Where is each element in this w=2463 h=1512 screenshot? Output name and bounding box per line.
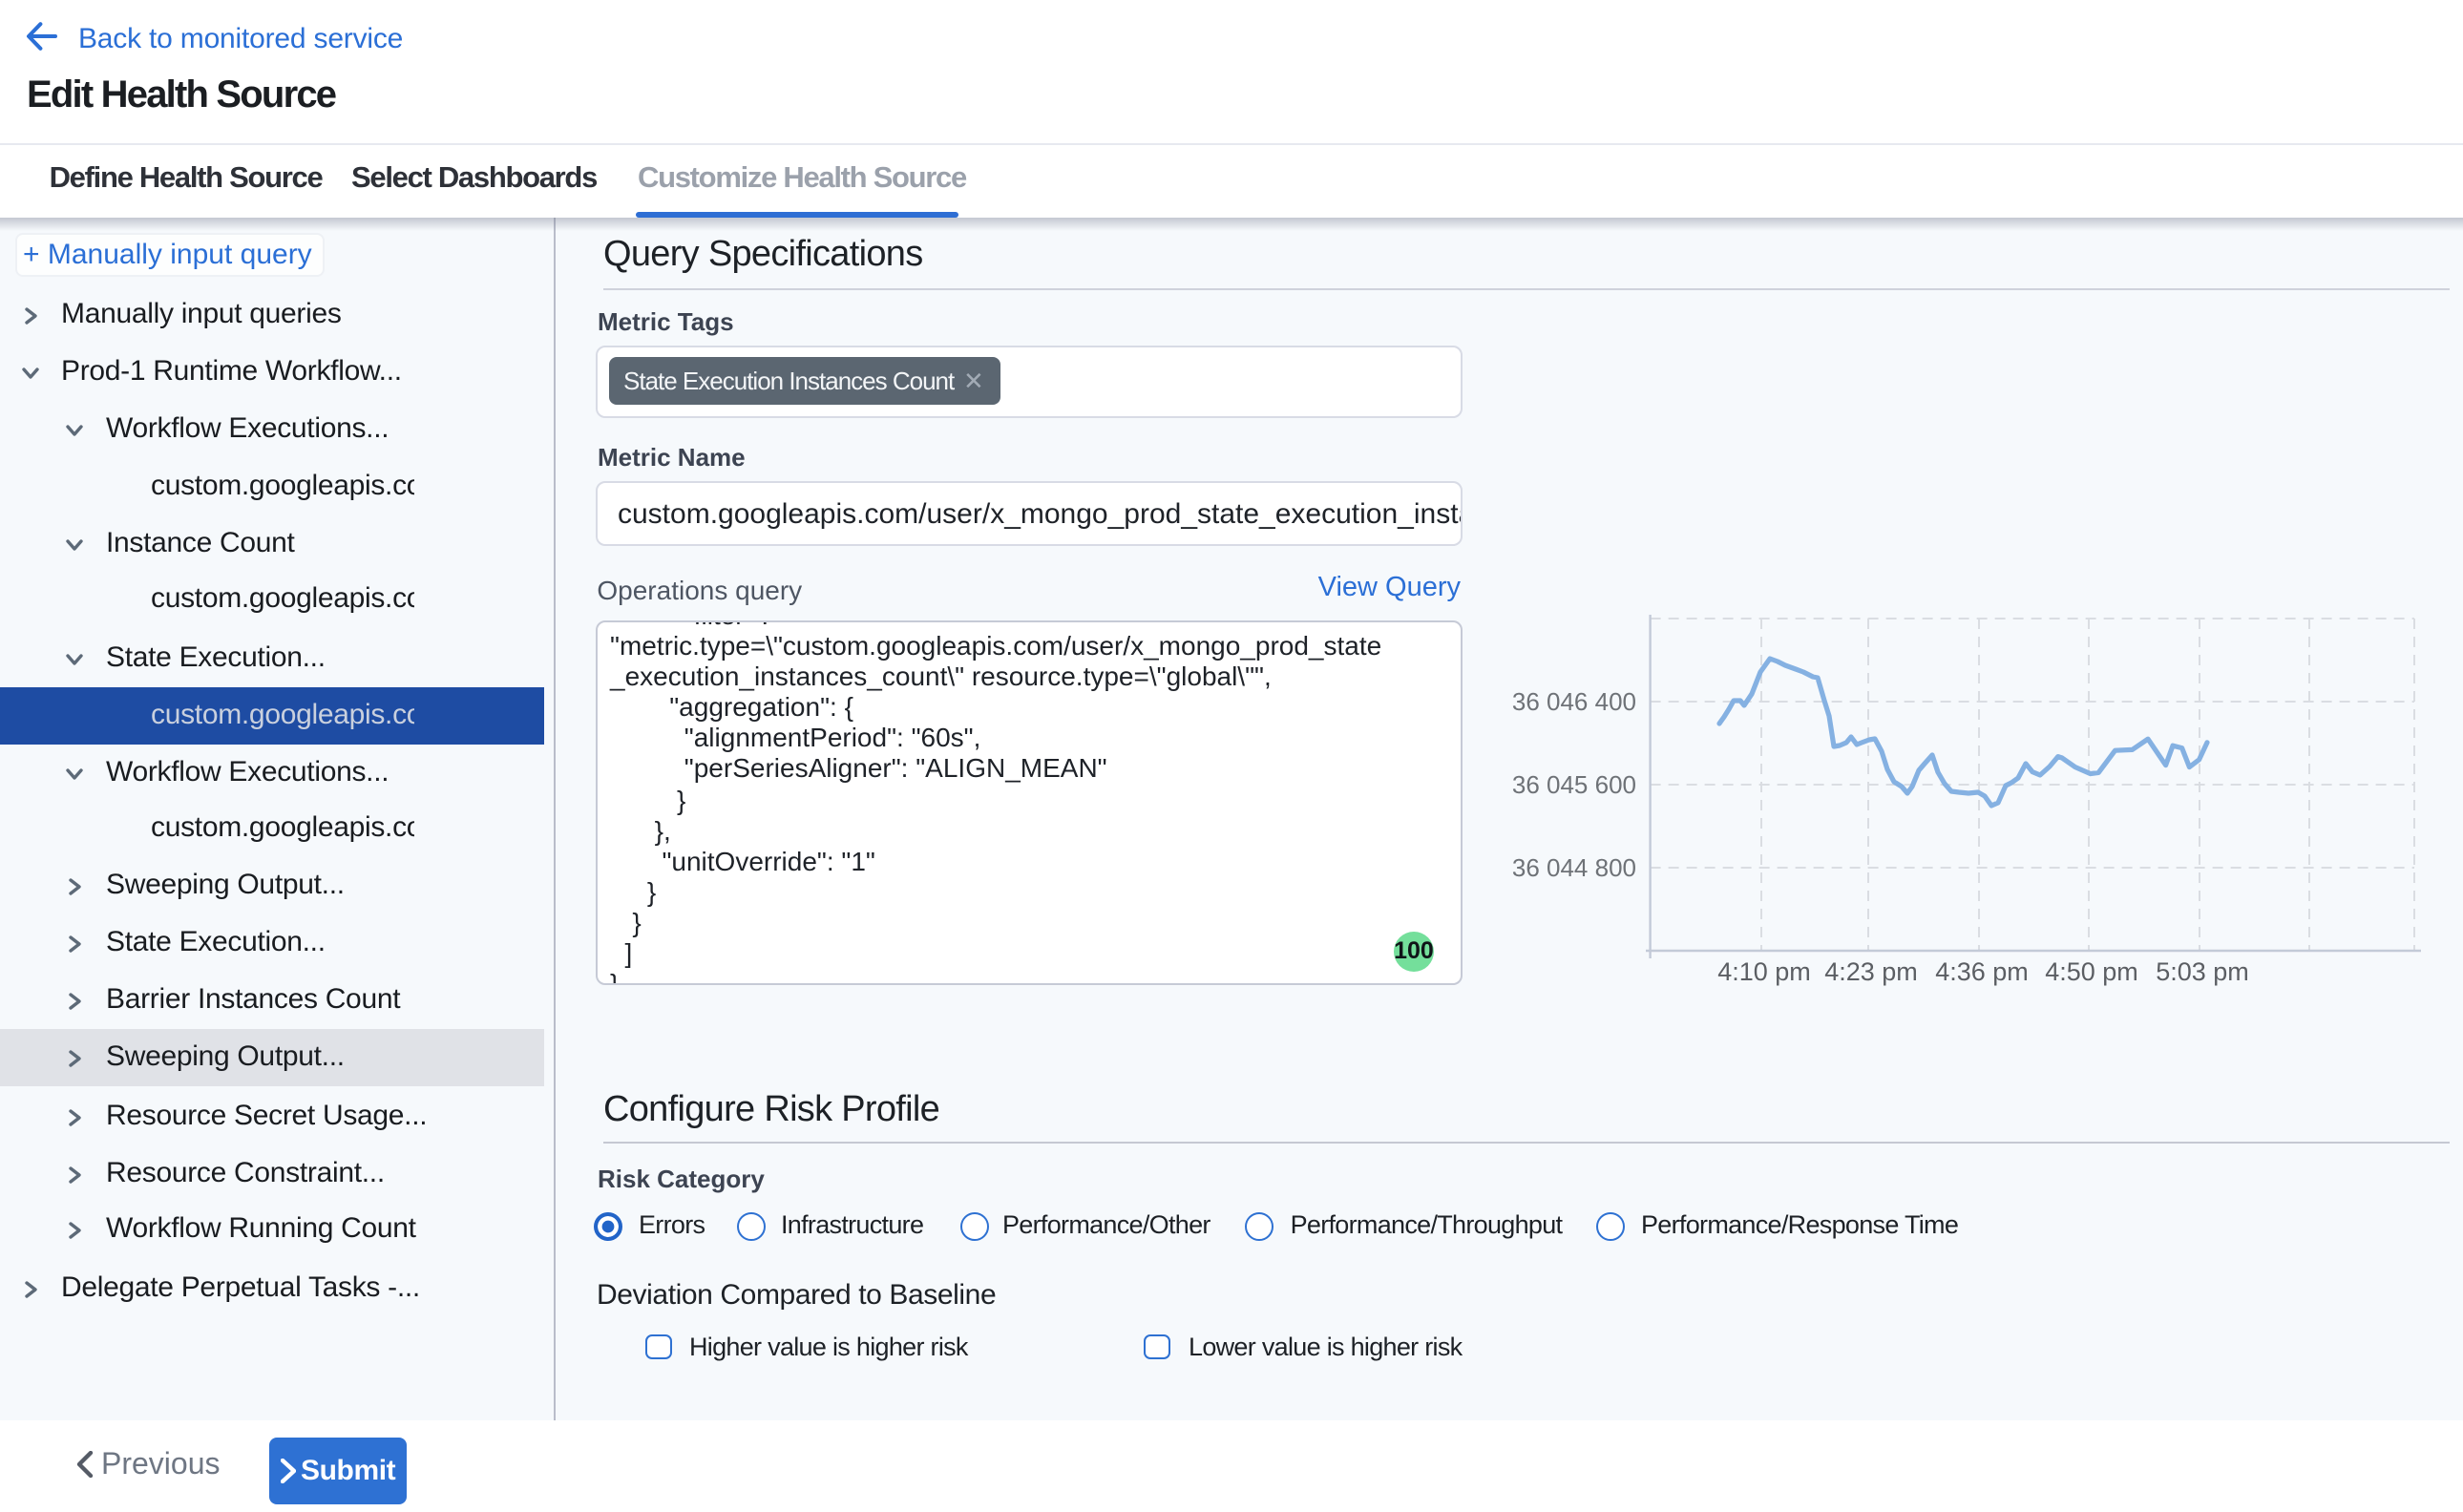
svg-text:36 045 600: 36 045 600 [1512, 770, 1636, 799]
svg-text:4:23 pm: 4:23 pm [1824, 957, 1918, 986]
svg-text:4:10 pm: 4:10 pm [1717, 957, 1811, 986]
svg-text:36 046 400: 36 046 400 [1512, 687, 1636, 716]
svg-text:4:50 pm: 4:50 pm [2045, 957, 2138, 986]
svg-text:5:03 pm: 5:03 pm [2156, 957, 2249, 986]
svg-text:36 044 800: 36 044 800 [1512, 853, 1636, 882]
svg-text:4:36 pm: 4:36 pm [1935, 957, 2029, 986]
